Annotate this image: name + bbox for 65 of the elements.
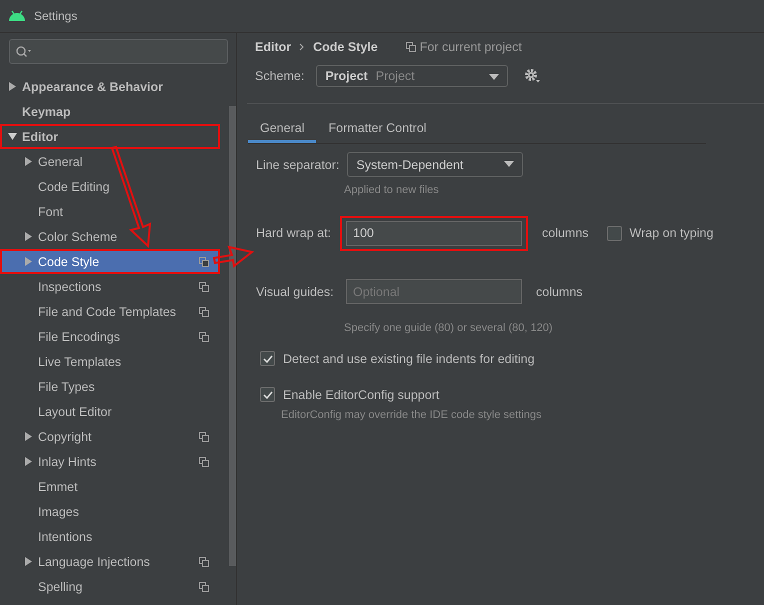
copy-icon	[199, 432, 209, 442]
tree-item[interactable]: Code Style	[0, 249, 220, 274]
checkbox[interactable]	[260, 387, 275, 402]
caret-icon	[504, 161, 514, 167]
checkbox[interactable]	[260, 351, 275, 366]
hint-text: Specify one guide (80) or several (80, 120)	[344, 322, 554, 334]
copy-icon	[199, 307, 209, 317]
tab[interactable]: Formatter Control	[316, 116, 438, 143]
copy-icon	[199, 332, 209, 342]
copy-icon	[199, 457, 209, 467]
copy-icon	[199, 557, 209, 567]
scrollbar[interactable]	[229, 106, 236, 566]
hard-wrap-field[interactable]: 100	[346, 220, 522, 246]
hint-text: EditorConfig may override the IDE code style settings	[281, 409, 542, 421]
tree-item[interactable]: Inspections	[0, 274, 220, 299]
window-title: Settings	[34, 9, 78, 23]
android-icon	[8, 10, 26, 22]
tree-item[interactable]: Keymap	[0, 99, 220, 124]
field-label: Hard wrap at:	[256, 226, 332, 240]
caret-icon	[489, 74, 500, 80]
breadcrumb: Code Style	[313, 40, 378, 54]
copy-icon	[199, 582, 209, 592]
settings-icon[interactable]	[524, 68, 542, 84]
checkbox-label: Detect and use existing file indents for editing	[283, 352, 535, 366]
search-field[interactable]	[9, 39, 228, 64]
tree-item[interactable]: Font	[0, 199, 220, 224]
tree-item[interactable]: Images	[0, 499, 220, 524]
tree-item[interactable]: Copyright	[0, 424, 220, 449]
tree-item[interactable]: Layout Editor	[0, 399, 220, 424]
scope-note: For current project	[420, 40, 522, 54]
tree-item[interactable]: Intentions	[0, 524, 220, 549]
annotation-arrow	[212, 246, 254, 268]
unit-label: columns	[536, 284, 583, 298]
check-icon	[262, 354, 272, 362]
tree-item[interactable]: Code Editing	[0, 174, 220, 199]
tree-item[interactable]: File and Code Templates	[0, 299, 220, 324]
tree-item[interactable]: Emmet	[0, 474, 220, 499]
field-label: Line separator:	[256, 158, 340, 172]
tree-item[interactable]: Appearance & Behavior	[0, 74, 220, 99]
line-separator-dropdown[interactable]: System-Dependent	[347, 152, 524, 177]
tree-item[interactable]: Spelling	[0, 574, 220, 599]
tree-item[interactable]: Live Templates	[0, 349, 220, 374]
copy-icon	[199, 257, 209, 267]
unit-label: columns	[542, 226, 589, 240]
checkbox-label: Wrap on typing	[630, 226, 714, 240]
chevron-icon	[299, 43, 306, 51]
tab[interactable]: General	[248, 116, 316, 143]
copy-icon	[406, 42, 416, 52]
tree-item[interactable]: File Encodings	[0, 324, 220, 349]
search-icon	[16, 46, 32, 58]
scheme-dropdown[interactable]: Project Project	[316, 65, 508, 87]
tree-item[interactable]: Language Injections	[0, 549, 220, 574]
breadcrumb: Editor	[255, 40, 292, 54]
tree-item[interactable]: Color Scheme	[0, 224, 220, 249]
copy-icon	[199, 282, 209, 292]
tree-item[interactable]: Editor	[0, 124, 220, 149]
check-icon	[262, 390, 272, 398]
field-label: Visual guides:	[256, 284, 335, 298]
tree-item[interactable]: Inlay Hints	[0, 449, 220, 474]
scheme-label: Scheme:	[255, 69, 304, 83]
tree-item[interactable]: General	[0, 149, 220, 174]
hint-text: Applied to new files	[344, 184, 440, 196]
checkbox[interactable]	[606, 226, 622, 240]
checkbox-label: Enable EditorConfig support	[283, 388, 440, 402]
tree-item[interactable]: File Types	[0, 374, 220, 399]
